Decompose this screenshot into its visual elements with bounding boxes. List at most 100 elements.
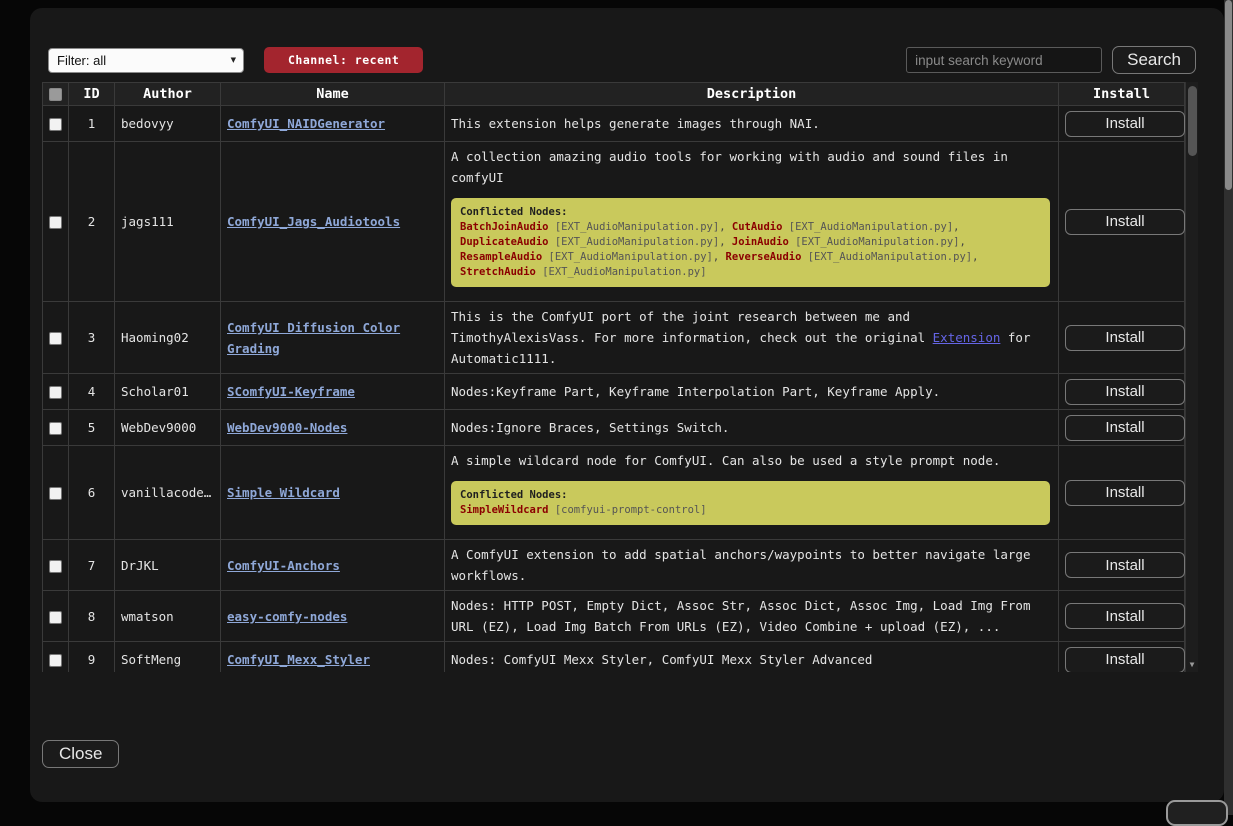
row-select-cell [43,142,69,302]
table-scrollbar[interactable]: ▼ [1185,82,1198,672]
row-name-cell: SComfyUI-Keyframe [221,374,445,410]
conflict-node-source: [EXT_AudioManipulation.py] [542,266,706,278]
node-name-link[interactable]: ComfyUI-Anchors [227,558,340,573]
row-name-cell: easy-comfy-nodes [221,591,445,642]
install-button[interactable]: Install [1065,379,1185,405]
select-all-checkbox[interactable] [49,88,62,101]
row-id: 6 [69,446,115,540]
conflict-node-source: [EXT_AudioManipulation.py] [555,236,719,248]
row-name-cell: ComfyUI_NAIDGenerator [221,106,445,142]
search-button[interactable]: Search [1112,46,1196,74]
row-name-cell: Simple Wildcard [221,446,445,540]
row-description: This is the ComfyUI port of the joint re… [445,302,1059,374]
row-author: DrJKL [115,540,221,591]
description-text: A simple wildcard node for ComfyUI. Can … [451,450,1052,471]
install-button[interactable]: Install [1065,552,1185,578]
row-checkbox[interactable] [49,611,62,624]
row-id: 1 [69,106,115,142]
row-select-cell [43,591,69,642]
row-description: A simple wildcard node for ComfyUI. Can … [445,446,1059,540]
row-install-cell: Install [1059,591,1185,642]
toolbar: Filter: all ▼ Channel: recent Search [48,46,1196,74]
row-install-cell: Install [1059,642,1185,673]
row-checkbox[interactable] [49,560,62,573]
row-install-cell: Install [1059,374,1185,410]
row-checkbox[interactable] [49,654,62,667]
node-name-link[interactable]: ComfyUI Diffusion Color Grading [227,320,400,356]
description-text: Nodes:Ignore Braces, Settings Switch. [451,417,1052,438]
table-row: 9SoftMengComfyUI_Mexx_StylerNodes: Comfy… [43,642,1185,673]
install-button[interactable]: Install [1065,480,1185,506]
row-install-cell: Install [1059,106,1185,142]
conflict-node-source: [EXT_AudioManipulation.py] [549,251,713,263]
install-custom-nodes-dialog: Filter: all ▼ Channel: recent Search [30,8,1224,802]
row-id: 9 [69,642,115,673]
column-header-author: Author [115,83,221,106]
row-id: 3 [69,302,115,374]
install-button[interactable]: Install [1065,209,1185,235]
conflict-node-name: ReverseAudio [726,251,802,263]
table-row: 7DrJKLComfyUI-AnchorsA ComfyUI extension… [43,540,1185,591]
description-text: A collection amazing audio tools for wor… [451,146,1052,188]
scroll-down-arrow-icon[interactable]: ▼ [1186,660,1198,669]
row-id: 2 [69,142,115,302]
node-name-link[interactable]: SComfyUI-Keyframe [227,384,355,399]
row-checkbox[interactable] [49,487,62,500]
row-select-cell [43,446,69,540]
description-text: Nodes: ComfyUI Mexx Styler, ComfyUI Mexx… [451,649,1052,670]
browser-scrollbar[interactable] [1224,0,1233,815]
install-button[interactable]: Install [1065,415,1185,441]
install-button[interactable]: Install [1065,603,1185,629]
node-name-link[interactable]: ComfyUI_NAIDGenerator [227,116,385,131]
node-name-link[interactable]: ComfyUI_Mexx_Styler [227,652,370,667]
close-button[interactable]: Close [42,740,119,768]
channel-badge: Channel: recent [264,47,423,73]
row-name-cell: ComfyUI_Jags_Audiotools [221,142,445,302]
row-description: Nodes: ComfyUI Mexx Styler, ComfyUI Mexx… [445,642,1059,673]
row-checkbox[interactable] [49,386,62,399]
conflict-items: BatchJoinAudio [EXT_AudioManipulation.py… [460,220,1041,280]
row-install-cell: Install [1059,540,1185,591]
table-row: 2jags111ComfyUI_Jags_AudiotoolsA collect… [43,142,1185,302]
description-text: Nodes:Keyframe Part, Keyframe Interpolat… [451,381,1052,402]
row-install-cell: Install [1059,410,1185,446]
row-checkbox[interactable] [49,118,62,131]
row-name-cell: ComfyUI Diffusion Color Grading [221,302,445,374]
conflict-node-source: [EXT_AudioManipulation.py] [555,221,719,233]
node-name-link[interactable]: ComfyUI_Jags_Audiotools [227,214,400,229]
conflict-node-name: ResampleAudio [460,251,542,263]
conflict-node-name: CutAudio [732,221,783,233]
description-text: This is the ComfyUI port of the joint re… [451,306,1052,369]
install-button[interactable]: Install [1065,647,1185,673]
row-author: bedovyy [115,106,221,142]
filter-select[interactable]: Filter: all [48,48,244,73]
install-button[interactable]: Install [1065,325,1185,351]
node-name-link[interactable]: WebDev9000-Nodes [227,420,347,435]
search-input[interactable] [906,47,1102,73]
table-row: 1bedovyy ComfyUI_NAIDGenerator This extens… [43,106,1185,142]
table-row: 3Haoming02ComfyUI Diffusion Color Gradin… [43,302,1185,374]
column-header-install: Install [1059,83,1185,106]
row-select-cell [43,374,69,410]
row-select-cell [43,302,69,374]
description-text: Nodes: HTTP POST, Empty Dict, Assoc Str,… [451,595,1052,637]
node-name-link[interactable]: easy-comfy-nodes [227,609,347,624]
row-checkbox[interactable] [49,422,62,435]
row-description: Nodes:Ignore Braces, Settings Switch. [445,410,1059,446]
browser-scrollbar-thumb[interactable] [1225,0,1232,190]
table-row: 6vanillacode…Simple WildcardA simple wil… [43,446,1185,540]
conflict-node-source: [EXT_AudioManipulation.py] [808,251,972,263]
description-link[interactable]: Extension [933,330,1001,345]
install-button[interactable]: Install [1065,111,1185,137]
conflict-node-name: JoinAudio [732,236,789,248]
row-description: This extension helps generate images thr… [445,106,1059,142]
row-checkbox[interactable] [49,216,62,229]
row-install-cell: Install [1059,302,1185,374]
row-checkbox[interactable] [49,332,62,345]
node-name-link[interactable]: Simple Wildcard [227,485,340,500]
row-id: 4 [69,374,115,410]
row-name-cell: ComfyUI-Anchors [221,540,445,591]
column-header-description: Description [445,83,1059,106]
table-scrollbar-thumb[interactable] [1188,86,1197,156]
partially-visible-button[interactable] [1166,800,1228,826]
